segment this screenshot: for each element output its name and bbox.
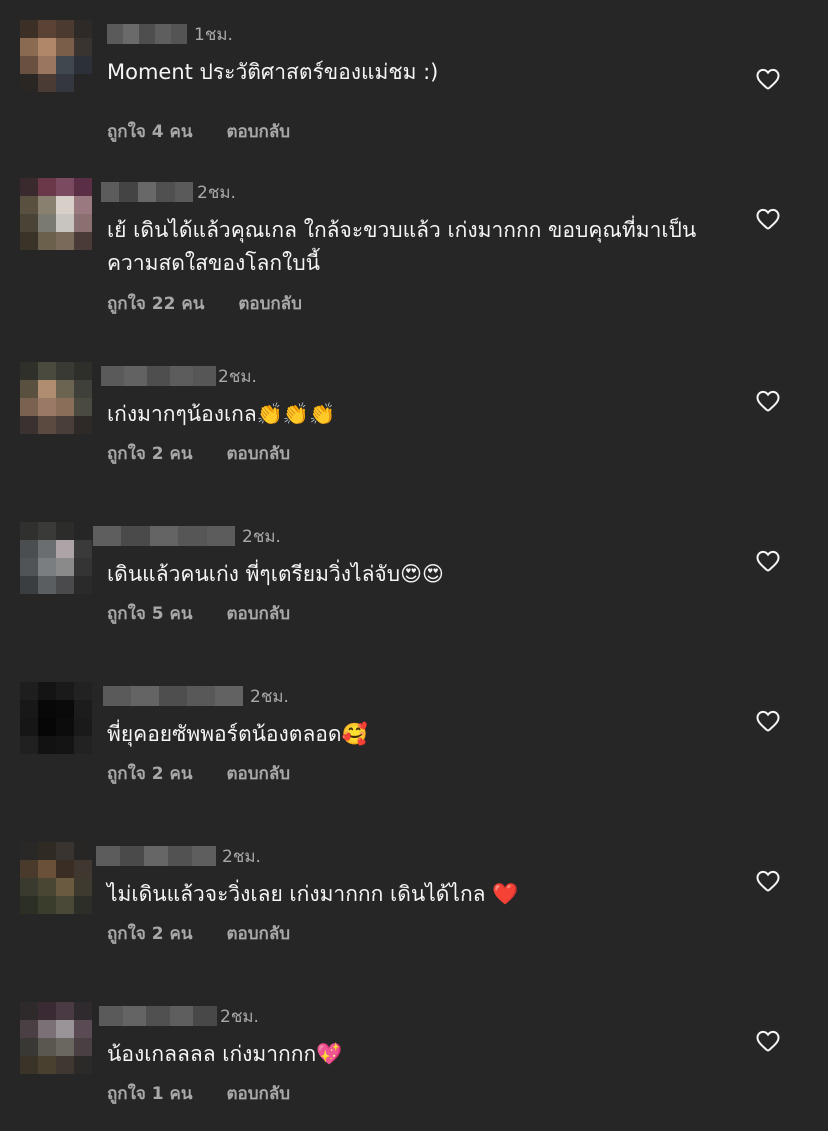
- comment-actions: ถูกใจ 22 คน ตอบกลับ: [107, 292, 302, 316]
- avatar[interactable]: [20, 522, 92, 594]
- username-pixelated[interactable]: [93, 526, 236, 546]
- username-pixelated[interactable]: [101, 182, 194, 202]
- comment-timestamp: 2ชม.: [250, 687, 289, 707]
- username-pixelated[interactable]: [107, 24, 187, 44]
- username-pixelated[interactable]: [101, 366, 216, 386]
- comment-text: เก่งมากๆน้องเกล👏👏👏: [107, 402, 336, 426]
- comment-actions: ถูกใจ 2 คน ตอบกลับ: [107, 922, 290, 946]
- username-pixelated[interactable]: [99, 1006, 217, 1026]
- comment-text: Moment ประวัติศาสตร์ของแม่ชม :): [107, 60, 439, 84]
- comment-text: น้องเกลลลล เก่งมากกก💖: [107, 1042, 343, 1066]
- comment-timestamp: 1ชม.: [194, 25, 233, 45]
- avatar[interactable]: [20, 842, 92, 914]
- heart-icon[interactable]: [756, 68, 780, 90]
- reply-button[interactable]: ตอบกลับ: [238, 292, 302, 316]
- likes-count-link[interactable]: ถูกใจ 1 คน: [107, 1082, 193, 1106]
- comment-timestamp: 2ชม.: [197, 183, 236, 203]
- heart-icon[interactable]: [756, 208, 780, 230]
- heart-icon[interactable]: [756, 870, 780, 892]
- avatar[interactable]: [20, 362, 92, 434]
- comment-text: พี่ยุคอยซัพพอร์ตน้องตลอด🥰: [107, 722, 368, 746]
- comment-item: 2ชม. พี่ยุคอยซัพพอร์ตน้องตลอด🥰 ถูกใจ 2 คน ต…: [0, 682, 828, 842]
- comment-text: ไม่เดินแล้วจะวิ่งเลย เก่งมากกก เดินได้ไก…: [107, 882, 519, 906]
- heart-icon[interactable]: [756, 550, 780, 572]
- comment-actions: ถูกใจ 2 คน ตอบกลับ: [107, 762, 290, 786]
- comment-timestamp: 2ชม.: [222, 847, 261, 867]
- likes-count-link[interactable]: ถูกใจ 2 คน: [107, 922, 193, 946]
- comment-actions: ถูกใจ 5 คน ตอบกลับ: [107, 602, 290, 626]
- heart-icon[interactable]: [756, 710, 780, 732]
- likes-count-link[interactable]: ถูกใจ 22 คน: [107, 292, 204, 316]
- comment-timestamp: 2ชม.: [218, 367, 257, 387]
- heart-icon[interactable]: [756, 1030, 780, 1052]
- comment-item: 2ชม. ไม่เดินแล้วจะวิ่งเลย เก่งมากกก เดินไ…: [0, 842, 828, 1002]
- reply-button[interactable]: ตอบกลับ: [227, 922, 291, 946]
- comment-item: 2ชม. เก่งมากๆน้องเกล👏👏👏 ถูกใจ 2 คน ตอบกลับ: [0, 362, 828, 522]
- comment-actions: ถูกใจ 1 คน ตอบกลับ: [107, 1082, 290, 1106]
- comment-timestamp: 2ชม.: [242, 527, 281, 547]
- comment-item: 1ชม. Moment ประวัติศาสตร์ของแม่ชม :) ถูกใจ…: [0, 20, 828, 180]
- likes-count-link[interactable]: ถูกใจ 2 คน: [107, 442, 193, 466]
- comment-timestamp: 2ชม.: [220, 1007, 259, 1027]
- username-pixelated[interactable]: [103, 686, 243, 706]
- comment-item: 2ชม. เดินแล้วคนเก่ง พี่ๆเตรียมวิ่งไล่จับ😍…: [0, 522, 828, 682]
- comment-actions: ถูกใจ 2 คน ตอบกลับ: [107, 442, 290, 466]
- reply-button[interactable]: ตอบกลับ: [227, 602, 291, 626]
- comment-item: 2ชม. น้องเกลลลล เก่งมากกก💖 ถูกใจ 1 คน ตอบกล…: [0, 1002, 828, 1131]
- likes-count-link[interactable]: ถูกใจ 2 คน: [107, 762, 193, 786]
- reply-button[interactable]: ตอบกลับ: [227, 1082, 291, 1106]
- avatar[interactable]: [20, 178, 92, 250]
- comment-text: เดินแล้วคนเก่ง พี่ๆเตรียมวิ่งไล่จับ😍😍: [107, 562, 444, 586]
- avatar[interactable]: [20, 682, 92, 754]
- reply-button[interactable]: ตอบกลับ: [227, 762, 291, 786]
- username-pixelated[interactable]: [96, 846, 216, 866]
- heart-icon[interactable]: [756, 390, 780, 412]
- avatar[interactable]: [20, 20, 92, 92]
- avatar[interactable]: [20, 1002, 92, 1074]
- likes-count-link[interactable]: ถูกใจ 5 คน: [107, 602, 193, 626]
- reply-button[interactable]: ตอบกลับ: [227, 120, 291, 144]
- comment-actions: ถูกใจ 4 คน ตอบกลับ: [107, 120, 290, 144]
- likes-count-link[interactable]: ถูกใจ 4 คน: [107, 120, 193, 144]
- reply-button[interactable]: ตอบกลับ: [227, 442, 291, 466]
- comment-list: 1ชม. Moment ประวัติศาสตร์ของแม่ชม :) ถูกใจ…: [0, 0, 828, 1131]
- comment-item: 2ชม. เย้ เดินได้แล้วคุณเกล ใกล้จะขวบแล้ว …: [0, 178, 828, 338]
- comment-text: เย้ เดินได้แล้วคุณเกล ใกล้จะขวบแล้ว เก่ง…: [107, 218, 697, 275]
